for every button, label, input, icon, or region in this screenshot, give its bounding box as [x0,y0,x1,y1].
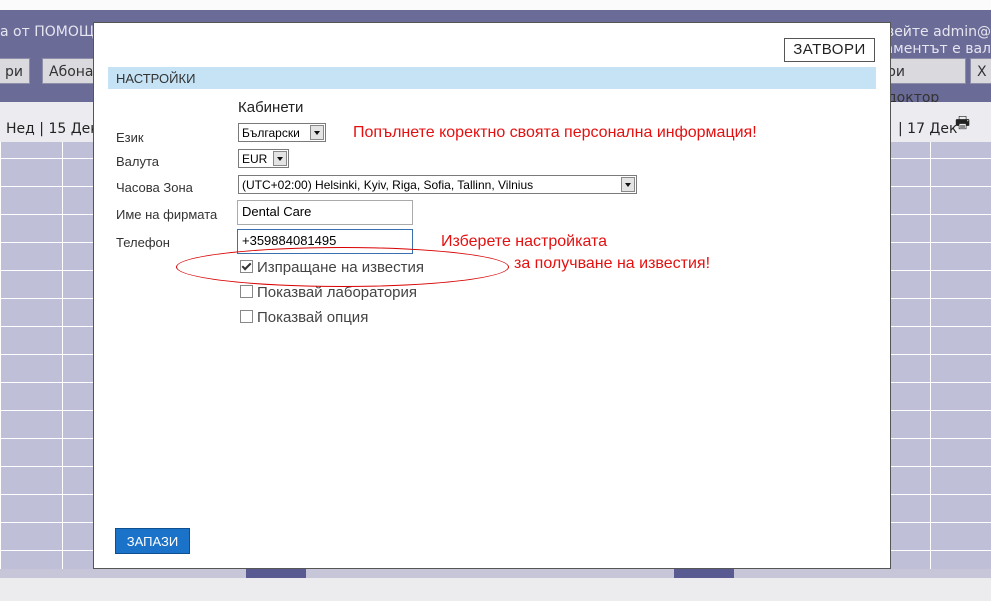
cabinets-heading: Кабинети [238,99,304,116]
timezone-select[interactable]: (UTC+02:00) Helsinki, Kyiv, Riga, Sofia,… [238,175,637,194]
settings-modal: ЗАТВОРИ НАСТРОЙКИ Кабинети Език Българск… [93,22,891,569]
phone-label: Телефон [116,235,170,250]
show-option-option[interactable]: Показвай опция [240,309,368,326]
settings-section-header: НАСТРОЙКИ [108,67,876,89]
language-value: Български [242,126,300,140]
personal-info-annotation: Попълнете коректно своята персонална инф… [353,124,757,141]
printer-icon[interactable]: 🖶 [955,112,970,139]
currency-value: EUR [242,152,268,166]
language-label: Език [116,130,144,145]
page-footer [0,578,991,601]
save-button[interactable]: ЗАПАЗИ [115,528,190,554]
timezone-value: (UTC+02:00) Helsinki, Kyiv, Riga, Sofia,… [242,178,534,192]
calendar-bottom-strip [0,569,991,578]
browser-bookmarks-bar [0,0,991,10]
chevron-down-icon [621,177,635,192]
notify-annotation-line1: Изберете настройката [441,233,608,250]
currency-label: Валута [116,154,160,169]
header-subscription-text: аментът е вал [884,41,991,57]
highlight-ellipse [176,247,509,287]
header-help-text: а от ПОМОЩ [0,24,95,40]
chevron-down-icon [310,125,324,140]
bg-x-button[interactable]: X [970,58,991,84]
header-welcome-text: вейте admin@ [885,24,991,40]
bg-subscription-button[interactable]: Абона [42,58,98,84]
show-option-checkbox[interactable] [240,310,253,323]
notify-annotation-line2: за получване на известия! [514,255,711,272]
day-label-left: Нед | 15 Дек [6,121,99,137]
bg-doctor-button[interactable]: ри доктор [880,58,966,106]
timezone-label: Часова Зона [116,180,193,195]
company-input[interactable]: Dental Care [237,200,413,225]
bg-button-1[interactable]: ри [0,58,30,84]
chevron-down-icon [273,151,287,166]
day-label-right: | 17 Дек [898,121,958,137]
show-laboratory-checkbox[interactable] [240,285,253,298]
currency-select[interactable]: EUR [238,149,289,168]
language-select[interactable]: Български [238,123,326,142]
close-button[interactable]: ЗАТВОРИ [784,38,875,62]
show-option-label: Показвай опция [257,309,369,326]
settings-title: НАСТРОЙКИ [116,71,196,86]
company-label: Име на фирмата [116,207,218,222]
